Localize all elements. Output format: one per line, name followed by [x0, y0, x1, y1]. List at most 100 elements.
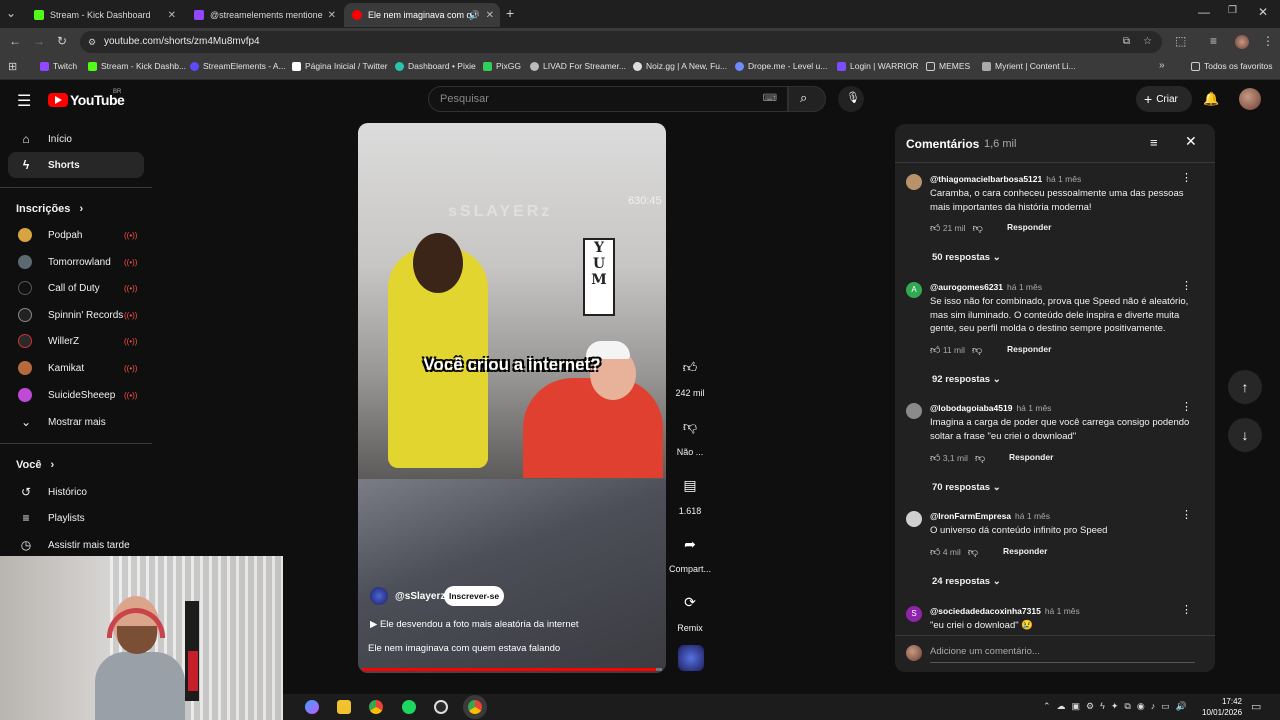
- previous-short-button[interactable]: ↑: [1228, 370, 1262, 404]
- comment-avatar[interactable]: [906, 511, 922, 527]
- audio-icon[interactable]: 🔊: [469, 10, 480, 21]
- reply-button[interactable]: Responder: [1003, 546, 1047, 556]
- replies-toggle[interactable]: 92 respostas ⌄: [932, 374, 1001, 385]
- install-icon[interactable]: ⧉: [1123, 31, 1130, 53]
- back-icon[interactable]: ←: [9, 34, 21, 48]
- close-tab-icon[interactable]: ✕: [486, 10, 494, 21]
- replies-toggle[interactable]: 70 respostas ⌄: [932, 482, 1001, 493]
- channel-avatar[interactable]: [370, 587, 388, 605]
- chrome-active-icon[interactable]: [468, 700, 482, 714]
- bookmark-myrient[interactable]: Myrient | Content Li...: [982, 61, 1076, 71]
- menu-icon[interactable]: ⋮: [1262, 34, 1274, 48]
- comment-user[interactable]: @thiagomacielbarbosa5121: [930, 174, 1042, 184]
- bookmark-drope[interactable]: Drope.me - Level u...: [735, 61, 827, 71]
- channel-name[interactable]: @sSlayerz: [395, 591, 445, 602]
- comment-more-icon[interactable]: ⋮: [1181, 171, 1192, 184]
- comment-avatar[interactable]: A: [906, 282, 922, 298]
- sidebar-item-shorts[interactable]: ϟ Shorts: [8, 152, 144, 178]
- sort-icon[interactable]: ≡: [1150, 135, 1158, 150]
- restore-icon[interactable]: ❐: [1228, 5, 1237, 16]
- sidebar-item-suicidesheeep[interactable]: SuicideSheeep ((•)): [8, 382, 144, 408]
- comment-user[interactable]: @sociedadedacoxinha7315: [930, 606, 1041, 616]
- keyboard-icon[interactable]: ⌨: [763, 87, 777, 111]
- bookmark-livad[interactable]: LIVAD For Streamer...: [530, 61, 626, 71]
- new-tab-icon[interactable]: +: [506, 5, 514, 21]
- spotify-icon[interactable]: [402, 700, 416, 714]
- all-bookmarks-folder[interactable]: Todos os favoritos: [1191, 61, 1273, 71]
- comment-more-icon[interactable]: ⋮: [1181, 400, 1192, 413]
- copilot-icon[interactable]: [305, 700, 319, 714]
- extensions-icon[interactable]: ⬚: [1175, 34, 1186, 48]
- dislike-button[interactable]: 👎︎: [675, 411, 705, 441]
- bookmark-memes[interactable]: MEMES: [926, 61, 970, 71]
- replies-toggle[interactable]: 24 respostas ⌄: [932, 576, 1001, 587]
- taskbar-clock[interactable]: 17:42 10/01/2026: [1202, 696, 1242, 718]
- close-tab-icon[interactable]: ✕: [168, 10, 176, 21]
- comment-user[interactable]: @aurogomes6231: [930, 282, 1003, 292]
- sidebar-item-home[interactable]: ⌂ Início: [8, 126, 144, 152]
- bookmark-pixgg[interactable]: PixGG: [483, 61, 521, 71]
- sidebar-item-tomorrowland[interactable]: Tomorrowland ((•)): [8, 249, 144, 275]
- subscriptions-header[interactable]: Inscrições ›: [16, 203, 83, 215]
- search-input[interactable]: Pesquisar ⌨: [428, 86, 788, 112]
- minimize-icon[interactable]: —: [1198, 5, 1210, 19]
- comment-time[interactable]: há 1 mês: [1045, 606, 1080, 616]
- linked-video[interactable]: ▶ Ele desvendou a foto mais aleatória da…: [370, 619, 579, 630]
- account-avatar[interactable]: [1239, 88, 1261, 110]
- comment-time[interactable]: há 1 mês: [1016, 403, 1051, 413]
- sidebar-item-history[interactable]: ↺ Histórico: [8, 479, 144, 505]
- bookmark-star-icon[interactable]: ☆: [1143, 31, 1152, 53]
- thumbs-down-icon[interactable]: 👎︎: [973, 223, 983, 234]
- sidebar-item-kamikat[interactable]: Kamikat ((•)): [8, 355, 144, 381]
- url-field[interactable]: ⚙ youtube.com/shorts/zm4Mu8mvfp4 ⧉ ☆: [80, 31, 1162, 53]
- tab-search-icon[interactable]: ⌄: [6, 6, 16, 20]
- voice-search-button[interactable]: 🎙: [838, 86, 864, 112]
- profile-avatar[interactable]: [1235, 35, 1249, 49]
- system-tray-icons[interactable]: ⌃☁▣⚙ϟ✦⧉◉♪▭🔊: [1043, 701, 1193, 712]
- comment-time[interactable]: há 1 mês: [1007, 282, 1042, 292]
- apps-icon[interactable]: ⊞: [8, 60, 17, 73]
- browser-tab-youtube[interactable]: Ele nem imaginava com qu 🔊 ✕: [344, 3, 500, 27]
- chrome-icon[interactable]: [369, 700, 383, 714]
- thumbs-up-icon[interactable]: 👍︎: [930, 223, 940, 234]
- sidebar-item-spinnin-records[interactable]: Spinnin' Records ((•)): [8, 302, 144, 328]
- share-button[interactable]: ➦: [675, 529, 705, 559]
- you-header[interactable]: Você ›: [16, 459, 54, 471]
- short-video-player[interactable]: YUM sSLAYERz 630:45 Você criou a interne…: [358, 123, 666, 673]
- browser-tab-streamelements[interactable]: @streamelements mentione ✕: [186, 3, 342, 27]
- bookmark-noiz[interactable]: Noiz.gg | A New, Fu...: [633, 61, 727, 71]
- thumbs-down-icon[interactable]: 👎︎: [972, 345, 982, 356]
- comment-user[interactable]: @lobodagoiaba4519: [930, 403, 1012, 413]
- sidebar-item-watch-later[interactable]: ◷ Assistir mais tarde: [8, 532, 144, 558]
- bookmark-kick[interactable]: Stream - Kick Dashb...: [88, 61, 186, 71]
- comment-time[interactable]: há 1 mês: [1046, 174, 1081, 184]
- close-icon[interactable]: ✕: [1185, 133, 1197, 150]
- sidebar-item-willerz[interactable]: WillerZ ((•)): [8, 328, 144, 354]
- comment-more-icon[interactable]: ⋮: [1181, 279, 1192, 292]
- site-info-icon[interactable]: ⚙: [88, 31, 96, 53]
- remix-button[interactable]: ⟳: [675, 587, 705, 617]
- file-explorer-icon[interactable]: [337, 700, 351, 714]
- comment-more-icon[interactable]: ⋮: [1181, 603, 1192, 616]
- bookmark-twitter[interactable]: Página Inicial / Twitter: [292, 61, 388, 71]
- more-bookmarks-icon[interactable]: »: [1159, 60, 1165, 71]
- search-button[interactable]: ⌕: [788, 86, 826, 112]
- bookmark-streamelements[interactable]: StreamElements - A...: [190, 61, 286, 71]
- close-window-icon[interactable]: ✕: [1258, 5, 1268, 19]
- reply-button[interactable]: Responder: [1007, 222, 1051, 232]
- comment-more-icon[interactable]: ⋮: [1181, 508, 1192, 521]
- thumbs-up-icon[interactable]: 👍︎: [930, 345, 940, 356]
- reload-icon[interactable]: ↻: [57, 34, 67, 48]
- youtube-logo-icon[interactable]: [48, 93, 68, 107]
- hamburger-menu-icon[interactable]: ☰: [17, 91, 31, 111]
- sidebar-item-podpah[interactable]: Podpah ((•)): [8, 222, 144, 248]
- thumbs-down-icon[interactable]: 👎︎: [968, 547, 978, 558]
- replies-toggle[interactable]: 50 respostas ⌄: [932, 252, 1001, 263]
- forward-icon[interactable]: →: [33, 34, 45, 48]
- browser-tab-kick[interactable]: Stream - Kick Dashboard ✕: [26, 3, 182, 27]
- thumbs-up-icon[interactable]: 👍︎: [930, 547, 940, 558]
- notifications-bell-icon[interactable]: 🔔: [1203, 91, 1219, 107]
- reply-button[interactable]: Responder: [1007, 344, 1051, 354]
- comment-input[interactable]: Adicione um comentário...: [930, 646, 1040, 657]
- thumbs-up-icon[interactable]: 👍︎: [930, 453, 940, 464]
